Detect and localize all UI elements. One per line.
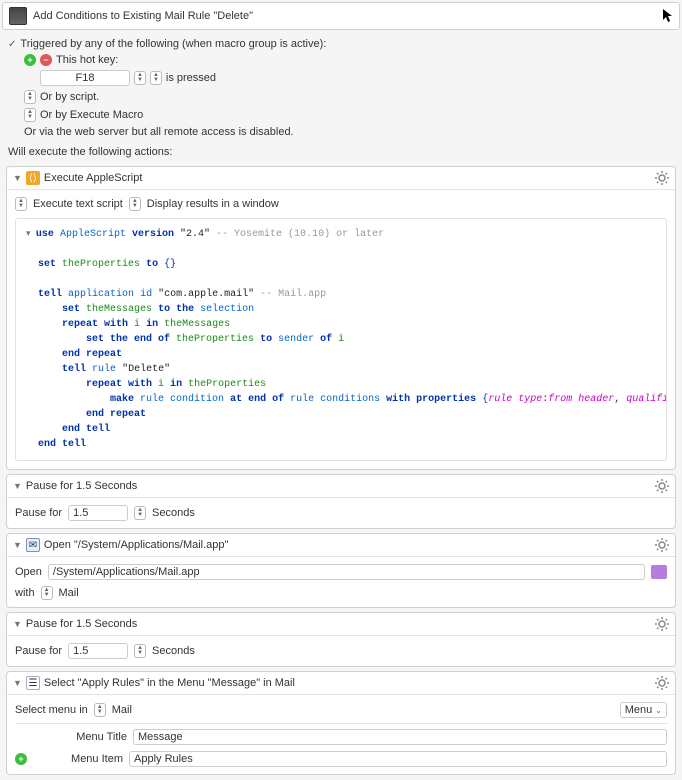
action-execute-applescript: ▼ ⟨⟩ Execute AppleScript ▲▼ Execute text… (6, 166, 676, 470)
pause-unit-label: Seconds (152, 507, 195, 519)
or-by-script-label: Or by script. (40, 91, 99, 103)
is-pressed-label: is pressed (166, 72, 216, 84)
gear-icon[interactable] (655, 676, 669, 690)
pause-for-label: Pause for (15, 645, 62, 657)
disclosure-icon[interactable]: ▼ (13, 173, 22, 183)
pressed-stepper[interactable]: ▲▼ (150, 71, 162, 85)
pause-value-input[interactable]: 1.5 (68, 643, 128, 659)
pause-value-input[interactable]: 1.5 (68, 505, 128, 521)
add-trigger-button[interactable]: + (24, 54, 36, 66)
open-path-input[interactable]: /System/Applications/Mail.app (48, 564, 645, 580)
select-menu-in-label: Select menu in (15, 704, 88, 716)
disclosure-icon[interactable]: ▼ (13, 678, 22, 688)
mail-app-icon: ✉ (26, 538, 40, 552)
hot-key-field[interactable]: F18 (40, 70, 130, 86)
script-editor[interactable]: ▾ use AppleScript version "2.4" -- Yosem… (15, 218, 667, 461)
browse-button[interactable] (651, 565, 667, 579)
with-stepper[interactable]: ▲▼ (41, 586, 53, 600)
disclosure-icon[interactable]: ▼ (13, 619, 22, 629)
menu-list-icon: ☰ (26, 676, 40, 690)
trigger-section: ✓ Triggered by any of the following (whe… (0, 32, 682, 142)
or-stepper-1[interactable]: ▲▼ (24, 90, 36, 104)
pause-unit-label: Seconds (152, 645, 195, 657)
gear-icon[interactable] (655, 538, 669, 552)
applescript-icon: ⟨⟩ (26, 171, 40, 185)
menu-item-label: Menu Item (33, 753, 123, 765)
menu-dropdown[interactable]: Menu ⌄ (620, 702, 667, 718)
results-label: Display results in a window (147, 198, 279, 210)
pause-unit-stepper[interactable]: ▲▼ (134, 644, 146, 658)
menu-title-input[interactable]: Message (133, 729, 667, 745)
remove-trigger-button[interactable]: − (40, 54, 52, 66)
disclosure-icon[interactable]: ▼ (13, 481, 22, 491)
action-title: Select "Apply Rules" in the Menu "Messag… (44, 677, 655, 689)
execute-header: Will execute the following actions: (0, 142, 682, 162)
add-menu-item-button[interactable]: + (15, 753, 27, 765)
gear-icon[interactable] (655, 171, 669, 185)
script-mode-stepper[interactable]: ▲▼ (15, 197, 27, 211)
hot-key-label: This hot key: (56, 54, 118, 66)
pause-unit-stepper[interactable]: ▲▼ (134, 506, 146, 520)
hot-key-stepper[interactable]: ▲▼ (134, 71, 146, 85)
check-icon: ✓ (8, 39, 16, 50)
menu-item-input[interactable]: Apply Rules (129, 751, 667, 767)
or-web-label: Or via the web server but all remote acc… (24, 126, 294, 138)
triggered-by-label: Triggered by any of the following (when … (20, 38, 326, 50)
action-pause-2: ▼ Pause for 1.5 Seconds Pause for 1.5 ▲▼… (6, 612, 676, 667)
action-title: Pause for 1.5 Seconds (26, 618, 655, 630)
results-stepper[interactable]: ▲▼ (129, 197, 141, 211)
chevron-down-icon: ⌄ (655, 706, 662, 715)
cursor-icon (663, 9, 673, 23)
or-by-execute-macro-label: Or by Execute Macro (40, 109, 143, 121)
open-label: Open (15, 566, 42, 578)
with-label: with (15, 587, 35, 599)
gear-icon[interactable] (655, 617, 669, 631)
script-mode-label: Execute text script (33, 198, 123, 210)
macro-title: Add Conditions to Existing Mail Rule "De… (33, 10, 659, 22)
disclosure-icon[interactable]: ▼ (13, 540, 22, 550)
with-value: Mail (59, 587, 79, 599)
app-name: Mail (112, 704, 132, 716)
menu-title-label: Menu Title (37, 731, 127, 743)
action-title: Open "/System/Applications/Mail.app" (44, 539, 655, 551)
gear-icon[interactable] (655, 479, 669, 493)
or-stepper-2[interactable]: ▲▼ (24, 108, 36, 122)
action-select-menu: ▼ ☰ Select "Apply Rules" in the Menu "Me… (6, 671, 676, 775)
action-open: ▼ ✉ Open "/System/Applications/Mail.app"… (6, 533, 676, 608)
action-title: Pause for 1.5 Seconds (26, 480, 655, 492)
app-stepper[interactable]: ▲▼ (94, 703, 106, 717)
action-title: Execute AppleScript (44, 172, 655, 184)
window-title-bar: Add Conditions to Existing Mail Rule "De… (2, 2, 680, 30)
pause-for-label: Pause for (15, 507, 62, 519)
macro-icon (9, 7, 27, 25)
action-pause-1: ▼ Pause for 1.5 Seconds Pause for 1.5 ▲▼… (6, 474, 676, 529)
